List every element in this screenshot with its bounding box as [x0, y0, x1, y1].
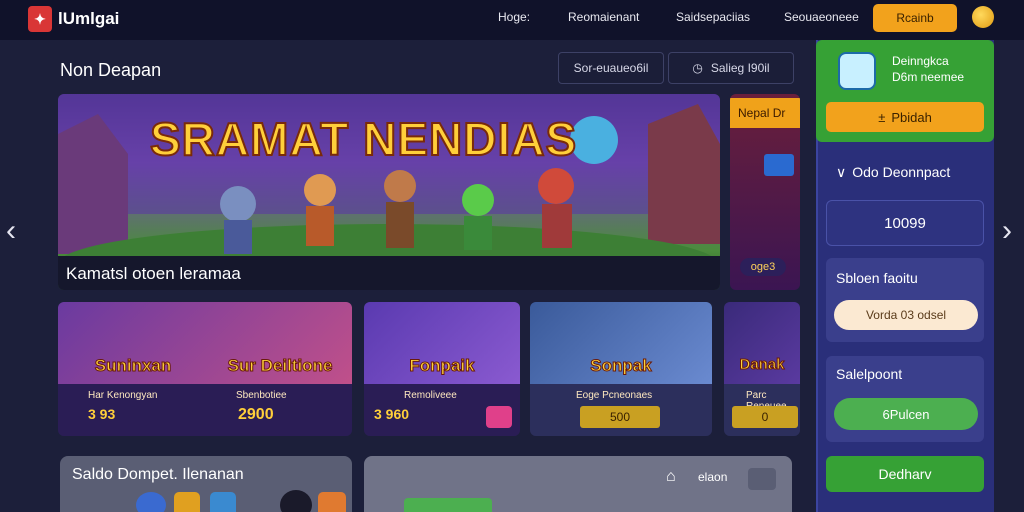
game-card-play-button[interactable]: 0: [732, 406, 798, 428]
login-button[interactable]: Rcainb: [873, 4, 957, 32]
game-card[interactable]: Suninxan Sur Deiltione Har Kenongyan 3 9…: [58, 302, 352, 436]
home-icon[interactable]: ⌂: [666, 468, 676, 486]
plus-icon: ±: [878, 109, 886, 125]
balance-display: 10099: [826, 200, 984, 246]
game-card-play-button[interactable]: 500: [580, 406, 660, 428]
game-icon[interactable]: [318, 492, 346, 512]
coin-icon[interactable]: [972, 6, 994, 28]
game-icon[interactable]: [210, 492, 236, 512]
nav-item-casino[interactable]: Seouaeoneee: [784, 10, 859, 24]
hero-banner[interactable]: SRAMAT NENDIAS Kamatsl otoen leramaa: [58, 94, 720, 290]
wallet-name: Deinngkca: [892, 54, 949, 68]
game-icon[interactable]: [174, 492, 200, 512]
game-card[interactable]: Fonpaik Remoliveee 3 960: [364, 302, 520, 436]
banner-title: SRAMAT NENDIAS: [149, 112, 578, 166]
avatar[interactable]: [838, 52, 876, 90]
chevron-down-icon: ∨: [836, 164, 847, 180]
clock-icon: ◷: [692, 61, 703, 75]
carousel-next-icon[interactable]: ›: [1002, 214, 1012, 248]
wallet-sub: D6m neemee: [892, 70, 965, 84]
game-card-value: 3 93: [88, 406, 116, 422]
brand-name: lUmlgai: [58, 9, 120, 28]
game-card-value: 2900: [238, 406, 274, 423]
carousel-prev-icon[interactable]: ‹: [6, 214, 16, 248]
dashboard-button[interactable]: Dedharv: [826, 456, 984, 492]
green-tag: [404, 498, 492, 512]
wallet-button-label: Pbidah: [891, 109, 932, 125]
banner-caption-bar: Kamatsl otoen leramaa: [58, 256, 720, 290]
filter-select-left[interactable]: Sor-euaueo6il: [558, 52, 664, 84]
game-icon[interactable]: [280, 490, 312, 512]
wallet-card: Deinngkca D6m neemee ± Pbidah: [816, 40, 994, 142]
game-card-title: Sur Deiltione: [227, 356, 333, 376]
brand-logo[interactable]: ✦ lUmlgai: [28, 6, 119, 32]
bottom-right-panel: ⌂ elaon: [364, 456, 792, 512]
game-card-value: 3 960: [374, 406, 410, 422]
filter-select-right[interactable]: ◷ Salieg I90il: [668, 52, 794, 84]
section-title: Non Deapan: [60, 60, 162, 80]
submit-button[interactable]: 6Pulcen: [834, 398, 978, 430]
wallet-button[interactable]: ± Pbidah: [826, 102, 984, 132]
game-card-title: Suninxan: [94, 356, 172, 376]
side-promo-card[interactable]: Nepal Dr oge3: [730, 94, 800, 290]
game-card-title: Sonpak: [590, 356, 652, 376]
deposit-heading-label: Odo Deonnpact: [852, 164, 951, 180]
amount-input[interactable]: Vorda 03 odsel: [834, 300, 978, 330]
game-card-label: Sbenbotiee: [236, 390, 287, 401]
deposit-heading: ∨ Odo Deonnpact: [836, 164, 950, 181]
game-card-label: Remoliveee: [404, 390, 457, 401]
section-heading: Sbloen faoitu: [836, 270, 918, 286]
nav-item-promo[interactable]: Reomaienant: [568, 10, 639, 24]
banner-caption: Kamatsl otoen leramaa: [66, 264, 241, 283]
game-card-label: Eoge Pcneonaes: [576, 390, 653, 401]
game-card-title: Danak: [739, 356, 785, 374]
game-card[interactable]: Danak Parc Reneuee 0: [724, 302, 800, 436]
nav-item-sports[interactable]: Saidsepaciias: [676, 10, 750, 24]
game-card[interactable]: Sonpak Eoge Pcneonaes 500: [530, 302, 712, 436]
nav-item-home[interactable]: Hoge:: [498, 10, 530, 24]
filter-right-label: Salieg I90il: [710, 61, 770, 75]
section-heading: Salelpoont: [836, 366, 903, 382]
game-icon[interactable]: [136, 492, 166, 512]
bottom-right-label: elaon: [698, 470, 728, 484]
wallet-games-panel: Saldo Dompet. Ilenanan: [60, 456, 352, 512]
game-card-title: Fonpaik: [409, 356, 475, 376]
top-bar: ✦ lUmlgai Hoge: Reomaienant Saidsepaciia…: [0, 0, 1024, 40]
logo-mark-icon: ✦: [28, 6, 52, 32]
promo-art: [764, 154, 794, 176]
side-promo-badge: oge3: [740, 258, 786, 276]
play-icon[interactable]: [486, 406, 512, 428]
side-promo-tag: Nepal Dr: [730, 98, 800, 128]
game-card-label: Har Kenongyan: [88, 390, 158, 401]
wallet-games-title: Saldo Dompet. Ilenanan: [72, 466, 244, 483]
menu-icon[interactable]: [748, 468, 776, 490]
